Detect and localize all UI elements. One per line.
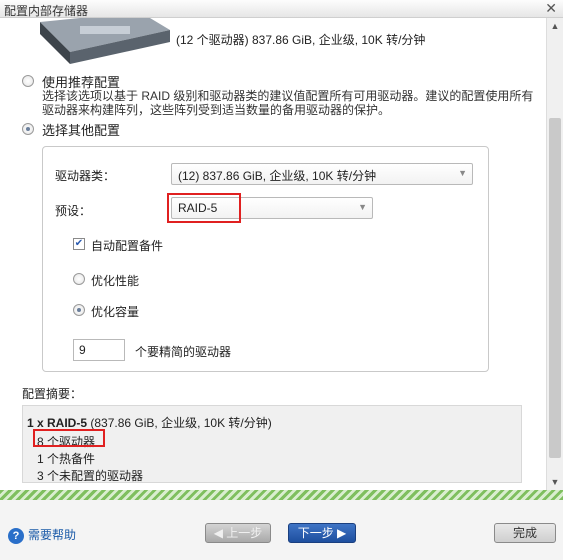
custom-config-panel: 驱动器类： (12) 837.86 GiB, 企业级, 10K 转/分钟 ▼ 预…	[42, 146, 489, 372]
option-recommended-description: 选择该选项以基于 RAID 级别和驱动器类的建议值配置所有可用驱动器。建议的配置…	[42, 89, 534, 117]
drive-count-input[interactable]: 9	[73, 339, 125, 361]
help-label: 需要帮助	[28, 528, 77, 542]
scroll-up-icon[interactable]: ▲	[547, 18, 563, 34]
drive-summary: (12 个驱动器) 837.86 GiB, 企业级, 10K 转/分钟	[176, 33, 426, 47]
close-icon[interactable]: ✕	[545, 0, 557, 17]
chevron-down-icon: ▼	[458, 168, 467, 178]
preset-highlight-box	[167, 193, 241, 223]
auto-spare-label: 自动配置备件	[91, 239, 164, 253]
summary-raid-details: (837.86 GiB, 企业级, 10K 转/分钟)	[87, 416, 272, 430]
chevron-down-icon: ▼	[358, 202, 367, 212]
title-bar: 配置内部存储器 ✕	[0, 0, 563, 18]
previous-button[interactable]: ◀ 上一步	[205, 523, 271, 543]
footer: ? 需要帮助 ◀ 上一步 下一步 ▶ 完成	[0, 500, 563, 560]
drive-image	[40, 18, 170, 64]
scroll-thumb[interactable]	[549, 118, 561, 458]
drive-count-label: 个要精简的驱动器	[135, 345, 232, 359]
help-icon: ?	[8, 527, 24, 544]
summary-box: 1 x RAID-5 (837.86 GiB, 企业级, 10K 转/分钟) 8…	[22, 405, 522, 483]
drive-class-label: 驱动器类：	[55, 169, 116, 183]
summary-unconfigured: 3 个未配置的驱动器	[37, 469, 144, 483]
scroll-down-icon[interactable]: ▼	[547, 474, 563, 490]
summary-drives-highlight-box	[33, 429, 105, 447]
auto-spare-checkbox[interactable]: ✔	[73, 238, 85, 250]
drive-class-value: (12) 837.86 GiB, 企业级, 10K 转/分钟	[178, 169, 377, 183]
preset-label: 预设：	[55, 204, 92, 218]
summary-raid-count: 1 x RAID-5	[27, 416, 88, 430]
radio-recommended[interactable]	[22, 75, 34, 87]
content-area: (12 个驱动器) 837.86 GiB, 企业级, 10K 转/分钟 使用推荐…	[0, 18, 546, 490]
option-other-label: 选择其他配置	[42, 123, 121, 138]
radio-optimize-capacity[interactable]	[73, 304, 85, 316]
summary-hot-spares: 1 个热备件	[37, 452, 96, 466]
help-link[interactable]: ? 需要帮助	[8, 526, 76, 544]
vertical-scrollbar[interactable]: ▲ ▼	[546, 18, 563, 490]
summary-label: 配置摘要：	[22, 387, 83, 401]
window-title: 配置内部存储器	[4, 4, 89, 18]
radio-optimize-performance[interactable]	[73, 273, 85, 285]
drive-class-dropdown[interactable]: (12) 837.86 GiB, 企业级, 10K 转/分钟 ▼	[171, 163, 473, 185]
done-button[interactable]: 完成	[494, 523, 556, 543]
radio-other[interactable]	[22, 123, 34, 135]
optimize-performance-label: 优化性能	[91, 274, 140, 288]
optimize-capacity-label: 优化容量	[91, 305, 140, 319]
footer-divider	[0, 490, 563, 500]
next-button[interactable]: 下一步 ▶	[288, 523, 356, 543]
